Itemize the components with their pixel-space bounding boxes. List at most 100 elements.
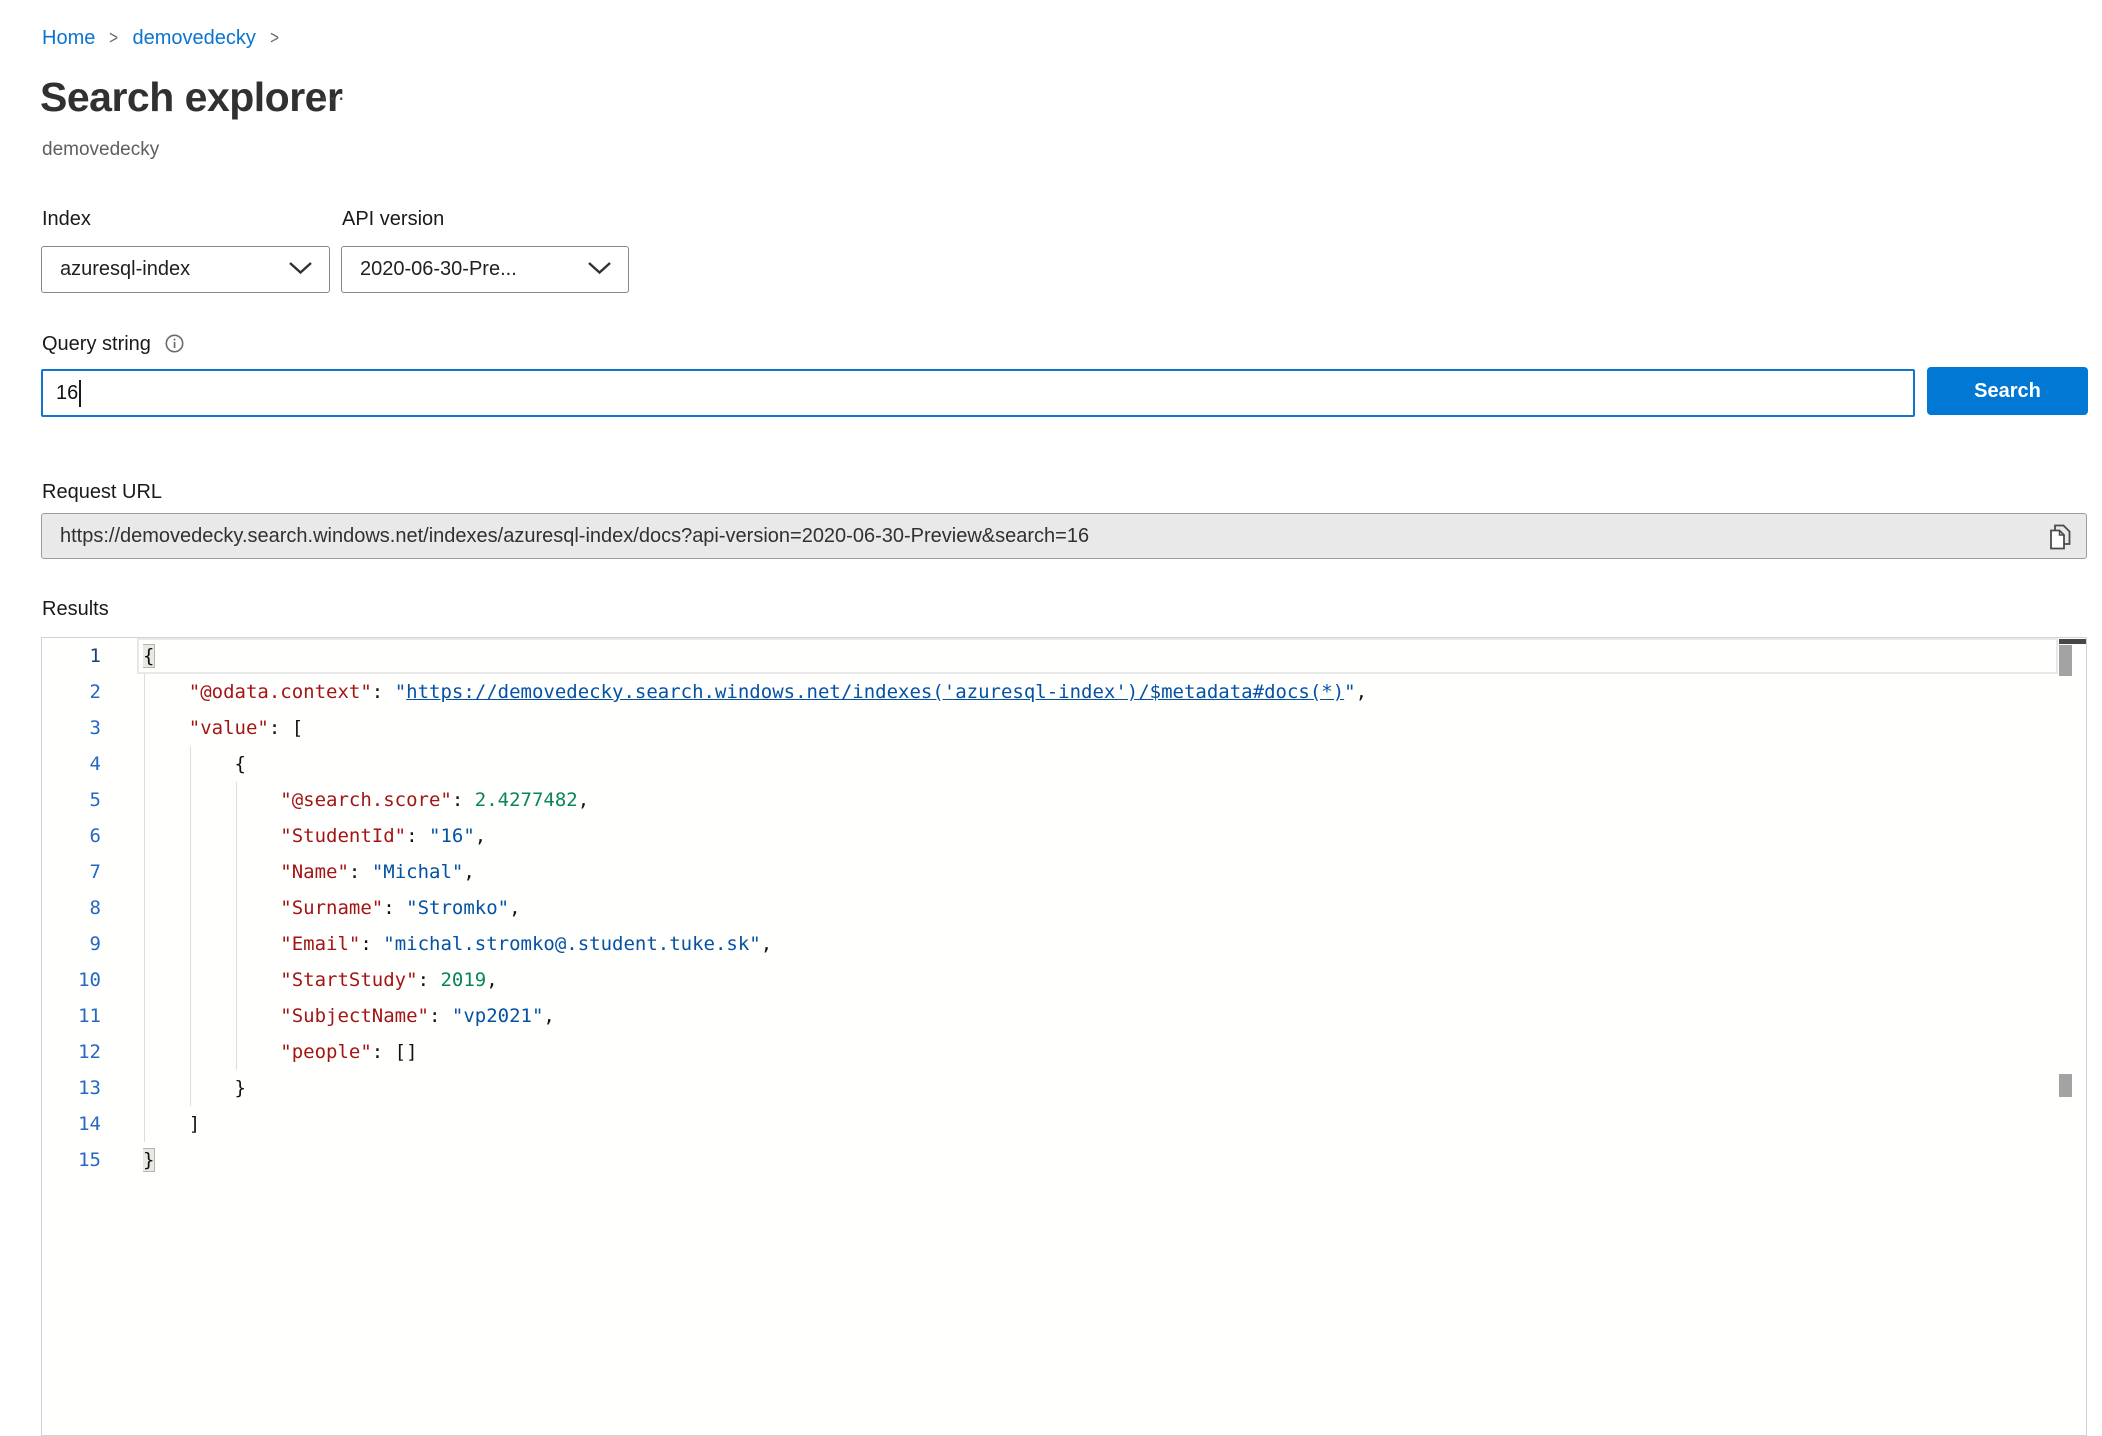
- code-token: [143, 681, 189, 703]
- code-token: "Email": [280, 933, 360, 955]
- search-button[interactable]: Search: [1927, 367, 2088, 415]
- results-json-editor[interactable]: 123456789101112131415 { "@odata.context"…: [41, 637, 2087, 1436]
- code-token: : []: [372, 1041, 418, 1063]
- code-token: "StudentId": [280, 825, 406, 847]
- overview-ruler-mark: [2059, 1074, 2072, 1097]
- code-line: ]: [143, 1106, 2058, 1142]
- request-url-value: https://demovedecky.search.windows.net/i…: [60, 525, 1089, 548]
- index-select[interactable]: azuresql-index: [41, 246, 330, 293]
- line-number: 11: [42, 998, 101, 1034]
- code-line: }: [143, 1070, 2058, 1106]
- line-number: 3: [42, 710, 101, 746]
- more-options-button[interactable]: ···: [320, 84, 346, 111]
- line-number: 4: [42, 746, 101, 782]
- code-token: "@odata.context": [189, 681, 372, 703]
- line-number: 6: [42, 818, 101, 854]
- results-label: Results: [42, 598, 109, 621]
- code-line: "Email": "michal.stromko@.student.tuke.s…: [143, 926, 2058, 962]
- code-token: :: [452, 789, 475, 811]
- code-line: "value": [: [143, 710, 2058, 746]
- line-number: 9: [42, 926, 101, 962]
- code-token: "people": [280, 1041, 372, 1063]
- editor-code: { "@odata.context": "https://demovedecky…: [143, 638, 2058, 1178]
- code-token: [143, 1005, 280, 1027]
- code-token: ": [1344, 681, 1355, 703]
- text-caret: [79, 380, 81, 407]
- breadcrumb-separator-icon: >: [270, 28, 279, 50]
- code-token: [143, 897, 280, 919]
- breadcrumb-home-link[interactable]: Home: [42, 27, 95, 50]
- code-token: ,: [475, 825, 486, 847]
- chevron-down-icon: [587, 258, 612, 281]
- code-token: :: [383, 897, 406, 919]
- code-token: {: [235, 753, 246, 775]
- request-url-label: Request URL: [42, 481, 162, 504]
- api-version-select[interactable]: 2020-06-30-Pre...: [341, 246, 629, 293]
- code-token: {: [143, 645, 154, 667]
- code-token: ,: [463, 861, 474, 883]
- request-url-field[interactable]: https://demovedecky.search.windows.net/i…: [41, 513, 2087, 559]
- code-token: ,: [578, 789, 589, 811]
- api-version-label: API version: [342, 208, 444, 231]
- query-input-value: 16: [56, 382, 78, 405]
- code-token: 2.4277482: [475, 789, 578, 811]
- code-token: "16": [429, 825, 475, 847]
- line-number: 10: [42, 962, 101, 998]
- code-token: "value": [189, 717, 269, 739]
- code-token: [143, 789, 280, 811]
- code-token: :: [429, 1005, 452, 1027]
- odata-context-link[interactable]: https://demovedecky.search.windows.net/i…: [406, 681, 1344, 703]
- line-number: 14: [42, 1106, 101, 1142]
- code-token: : [: [269, 717, 303, 739]
- line-number: 12: [42, 1034, 101, 1070]
- code-token: [143, 753, 235, 775]
- code-line: "StudentId": "16",: [143, 818, 2058, 854]
- scrollbar-thumb[interactable]: [2059, 645, 2072, 676]
- code-token: ,: [1356, 681, 1367, 703]
- code-token: ,: [486, 969, 497, 991]
- page-subtitle: demovedecky: [42, 139, 159, 161]
- copy-icon[interactable]: [2047, 523, 2073, 551]
- code-token: [143, 861, 280, 883]
- code-token: :: [372, 681, 395, 703]
- breadcrumb: Home > demovedecky >: [42, 27, 280, 50]
- editor-scrollbar[interactable]: [2059, 638, 2086, 1435]
- code-token: }: [143, 1149, 154, 1171]
- code-line: {: [143, 638, 2058, 674]
- info-icon[interactable]: [165, 334, 184, 358]
- line-number: 7: [42, 854, 101, 890]
- code-token: :: [360, 933, 383, 955]
- code-token: "Michal": [372, 861, 464, 883]
- breadcrumb-service-link[interactable]: demovedecky: [132, 27, 255, 50]
- breadcrumb-separator-icon: >: [109, 28, 118, 50]
- code-token: [143, 825, 280, 847]
- code-token: :: [349, 861, 372, 883]
- line-number: 1: [42, 638, 101, 674]
- code-token: [143, 969, 280, 991]
- code-token: [143, 1041, 280, 1063]
- code-token: [143, 717, 189, 739]
- code-token: ,: [543, 1005, 554, 1027]
- code-token: [143, 933, 280, 955]
- index-label: Index: [42, 208, 91, 231]
- code-token: "Stromko": [406, 897, 509, 919]
- code-line: "Surname": "Stromko",: [143, 890, 2058, 926]
- code-token: "Surname": [280, 897, 383, 919]
- page-title: Search explorer: [40, 74, 342, 121]
- code-line: "@search.score": 2.4277482,: [143, 782, 2058, 818]
- code-token: [143, 1077, 235, 1099]
- code-line: "StartStudy": 2019,: [143, 962, 2058, 998]
- query-input[interactable]: 16: [41, 369, 1915, 417]
- editor-gutter: 123456789101112131415: [42, 638, 101, 1178]
- code-token: :: [406, 825, 429, 847]
- code-token: ": [395, 681, 406, 703]
- code-token: ]: [189, 1113, 200, 1135]
- code-line: "people": []: [143, 1034, 2058, 1070]
- code-token: [143, 1113, 189, 1135]
- code-token: ,: [761, 933, 772, 955]
- query-string-label: Query string: [42, 333, 151, 356]
- line-number: 13: [42, 1070, 101, 1106]
- code-token: "SubjectName": [280, 1005, 429, 1027]
- code-token: "Name": [280, 861, 349, 883]
- code-line: "SubjectName": "vp2021",: [143, 998, 2058, 1034]
